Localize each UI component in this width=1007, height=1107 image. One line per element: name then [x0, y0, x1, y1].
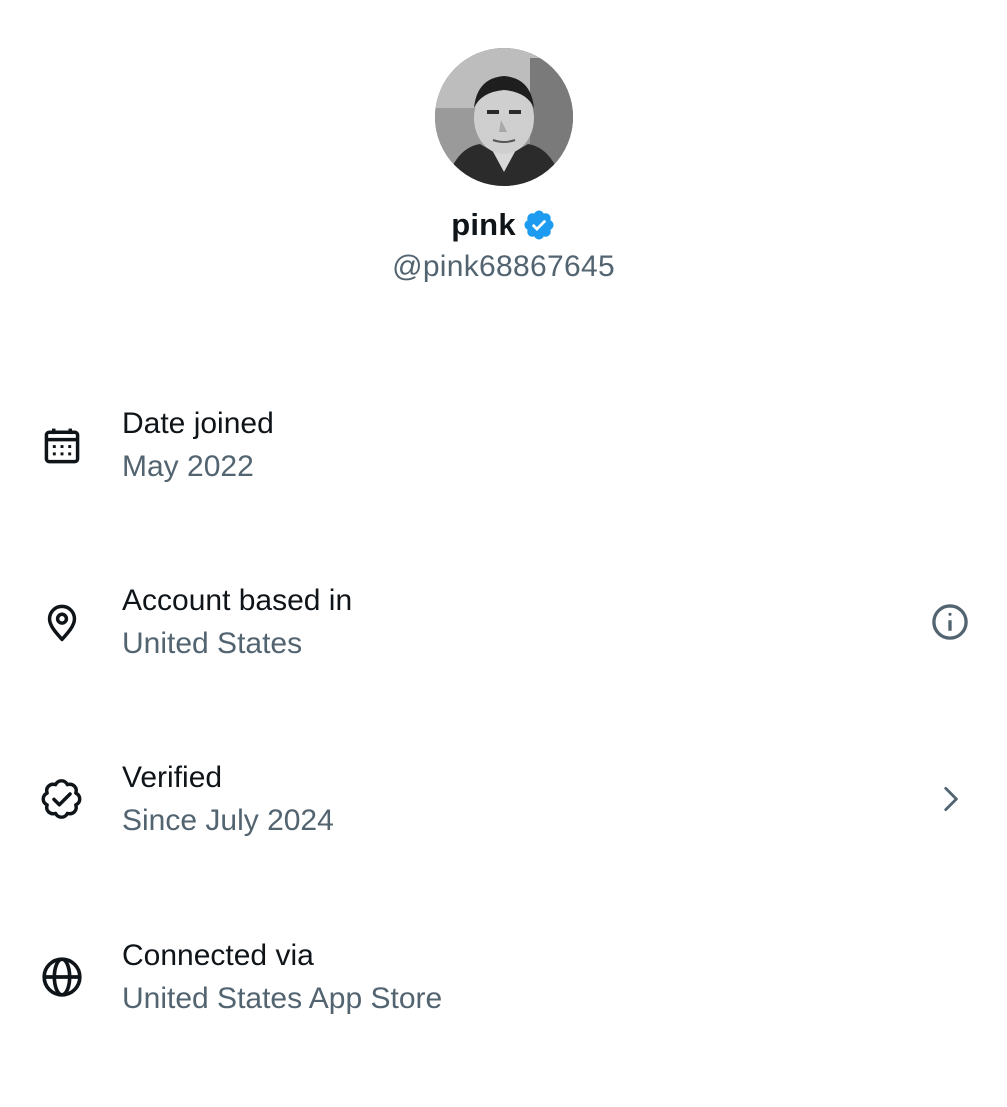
verified-outline-icon [38, 775, 86, 823]
info-row-connected-via: Connected via United States App Store [0, 936, 1007, 1046]
row-title: Connected via [122, 939, 314, 972]
profile-header: pink @pink68867645 [0, 0, 1007, 300]
row-value: May 2022 [122, 450, 254, 483]
info-row-account-based-in: Account based in United States [0, 581, 1007, 691]
info-row-verified[interactable]: Verified Since July 2024 [0, 758, 1007, 868]
calendar-icon [38, 422, 86, 470]
row-value: Since July 2024 [122, 804, 334, 837]
globe-icon [38, 953, 86, 1001]
location-pin-icon [38, 598, 86, 646]
row-text: Verified Since July 2024 [122, 758, 334, 841]
avatar-photo [435, 48, 573, 186]
info-icon[interactable] [926, 598, 974, 646]
chevron-right-icon[interactable] [926, 775, 974, 823]
avatar[interactable] [435, 48, 573, 186]
verified-badge-icon [522, 208, 556, 242]
row-text: Date joined May 2022 [122, 404, 274, 487]
row-title: Verified [122, 761, 223, 794]
info-row-date-joined: Date joined May 2022 [0, 404, 1007, 514]
row-value: United States App Store [122, 982, 443, 1015]
row-text: Connected via United States App Store [122, 936, 442, 1019]
user-handle: @pink68867645 [392, 250, 615, 283]
row-title: Account based in [122, 584, 353, 617]
row-text: Account based in United States [122, 581, 352, 664]
row-title: Date joined [122, 407, 274, 440]
display-name: pink [451, 207, 516, 242]
name-row: pink [0, 203, 1007, 247]
row-value: United States [122, 627, 303, 660]
